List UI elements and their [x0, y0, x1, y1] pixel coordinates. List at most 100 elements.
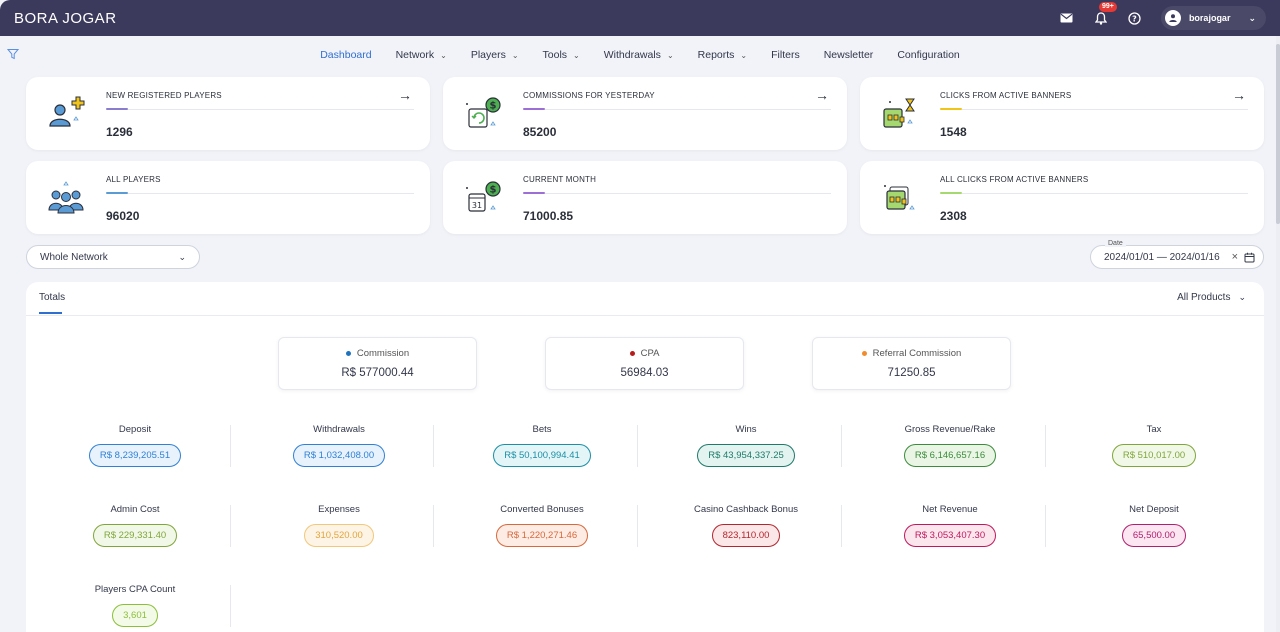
chevron-down-icon: ⌄ [573, 50, 580, 60]
divider [962, 109, 1248, 110]
metric-title: Wins [735, 424, 757, 435]
divider [433, 505, 434, 547]
arrow-right-icon[interactable]: → [815, 87, 829, 103]
metric-deposit: Deposit R$ 8,239,205.51 [33, 424, 237, 484]
divider [637, 425, 638, 467]
banner-clicks-icon [883, 98, 915, 128]
clear-icon[interactable]: × [1232, 251, 1238, 263]
stat-label: NEW REGISTERED PLAYERS [106, 91, 222, 100]
active-tab-indicator [39, 312, 62, 314]
summary-cpa: CPA 56984.03 [545, 337, 744, 390]
stat-card-new-players: NEW REGISTERED PLAYERS 1296 → [26, 77, 430, 150]
chevron-down-icon: ⌄ [178, 251, 186, 262]
metric-title: Tax [1146, 424, 1162, 435]
stat-card-all-banner-clicks: ALL CLICKS FROM ACTIVE BANNERS 2308 [860, 161, 1264, 234]
help-icon[interactable]: ? [1127, 10, 1143, 26]
date-range-value: 2024/01/01 — 2024/01/16 [1104, 251, 1220, 263]
chevron-down-icon: ⌄ [1238, 292, 1246, 302]
summary-label: Commission [356, 348, 410, 359]
metric-value: R$ 510,017.00 [1111, 444, 1197, 467]
bell-icon[interactable]: 99+ [1093, 2, 1117, 26]
svg-text:31: 31 [472, 201, 482, 210]
brand-logo[interactable]: BORA JOGAR [14, 10, 117, 27]
metric-title: Bets [532, 424, 552, 435]
divider [1045, 505, 1046, 547]
stat-card-all-players: ALL PLAYERS 96020 [26, 161, 430, 234]
main-nav: Dashboard Network ⌄ Players ⌄ Tools ⌄ Withd… [0, 45, 1280, 65]
divider [841, 425, 842, 467]
stat-label: ALL CLICKS FROM ACTIVE BANNERS [940, 175, 1089, 184]
user-menu[interactable]: borajogar ⌄ [1160, 6, 1266, 30]
stat-value: 1548 [940, 125, 967, 139]
summary-commission: Commission R$ 577000.44 [278, 337, 477, 390]
divider [545, 109, 831, 110]
summary-value: R$ 577000.44 [341, 367, 414, 379]
stat-label: CLICKS FROM ACTIVE BANNERS [940, 91, 1072, 100]
metric-value: R$ 43,954,337.25 [697, 444, 795, 467]
metric-withdrawals: Withdrawals R$ 1,032,408.00 [237, 424, 441, 484]
nav-reports[interactable]: Reports ⌄ [698, 45, 747, 65]
stat-accent [106, 108, 128, 110]
divider [230, 425, 231, 467]
summary-label: Referral Commission [872, 348, 962, 359]
svg-text:?: ? [1133, 14, 1138, 23]
calendar-money-icon: 31 $ [466, 181, 501, 212]
metric-bets: Bets R$ 50,100,994.41 [440, 424, 644, 484]
divider [128, 109, 414, 110]
mail-icon[interactable] [1059, 10, 1075, 26]
metric-value: R$ 1,220,271.46 [495, 524, 589, 547]
divider [1045, 425, 1046, 467]
metric-net-deposit: Net Deposit 65,500.00 [1052, 504, 1256, 564]
arrow-right-icon[interactable]: → [398, 87, 412, 103]
metric-net-revenue: Net Revenue R$ 3,053,407.30 [848, 504, 1052, 564]
calendar-icon[interactable] [1244, 252, 1255, 263]
metric-admin-cost: Admin Cost R$ 229,331.40 [33, 504, 237, 564]
divider [433, 425, 434, 467]
add-user-icon [49, 96, 85, 127]
tab-totals[interactable]: Totals [39, 292, 65, 303]
divider [637, 505, 638, 547]
summary-value: 71250.85 [887, 367, 936, 379]
stat-value: 85200 [523, 125, 557, 139]
stat-label: ALL PLAYERS [106, 175, 161, 184]
metric-title: Net Deposit [1129, 504, 1179, 515]
commission-icon: $ [466, 97, 501, 128]
metric-value: 3,601 [112, 604, 158, 627]
chevron-down-icon: ⌄ [440, 50, 447, 60]
metric-value: R$ 3,053,407.30 [903, 524, 997, 547]
stat-label: CURRENT MONTH [523, 175, 597, 184]
stat-value: 96020 [106, 209, 140, 223]
date-range-field[interactable]: Date 2024/01/01 — 2024/01/16 × [1090, 240, 1264, 269]
products-select-value: All Products [1177, 292, 1231, 303]
arrow-right-icon[interactable]: → [1232, 87, 1246, 103]
stat-card-current-month: 31 $ CURRENT MONTH 71000.85 [443, 161, 847, 234]
summary-label: CPA [640, 348, 660, 359]
scrollbar-thumb[interactable] [1276, 44, 1280, 224]
stat-label: COMMISSIONS FOR YESTERDAY [523, 91, 655, 100]
divider [230, 505, 231, 547]
network-select[interactable]: Whole Network ⌄ [26, 245, 200, 269]
nav-configuration[interactable]: Configuration [897, 45, 959, 65]
nav-filters[interactable]: Filters [771, 45, 800, 65]
svg-text:$: $ [490, 101, 497, 112]
nav-dashboard[interactable]: Dashboard [320, 45, 371, 65]
stat-accent [523, 108, 545, 110]
metric-title: Converted Bonuses [500, 504, 584, 515]
nav-newsletter[interactable]: Newsletter [824, 45, 874, 65]
divider [545, 193, 831, 194]
metric-value: 823,110.00 [711, 524, 781, 547]
metric-converted-bonuses: Converted Bonuses R$ 1,220,271.46 [440, 504, 644, 564]
metric-title: Net Revenue [922, 504, 978, 515]
divider [26, 315, 1264, 316]
metric-tax: Tax R$ 510,017.00 [1052, 424, 1256, 484]
nav-tools[interactable]: Tools ⌄ [543, 45, 580, 65]
nav-players[interactable]: Players ⌄ [471, 45, 519, 65]
metric-expenses: Expenses 310,520.00 [237, 504, 441, 564]
divider [230, 585, 231, 627]
summary-referral-commission: Referral Commission 71250.85 [812, 337, 1011, 390]
stat-accent [523, 192, 545, 194]
legend-dot [345, 350, 351, 356]
nav-withdrawals[interactable]: Withdrawals ⌄ [604, 45, 674, 65]
products-select[interactable]: All Products ⌄ [1177, 292, 1246, 303]
nav-network[interactable]: Network ⌄ [396, 45, 447, 65]
